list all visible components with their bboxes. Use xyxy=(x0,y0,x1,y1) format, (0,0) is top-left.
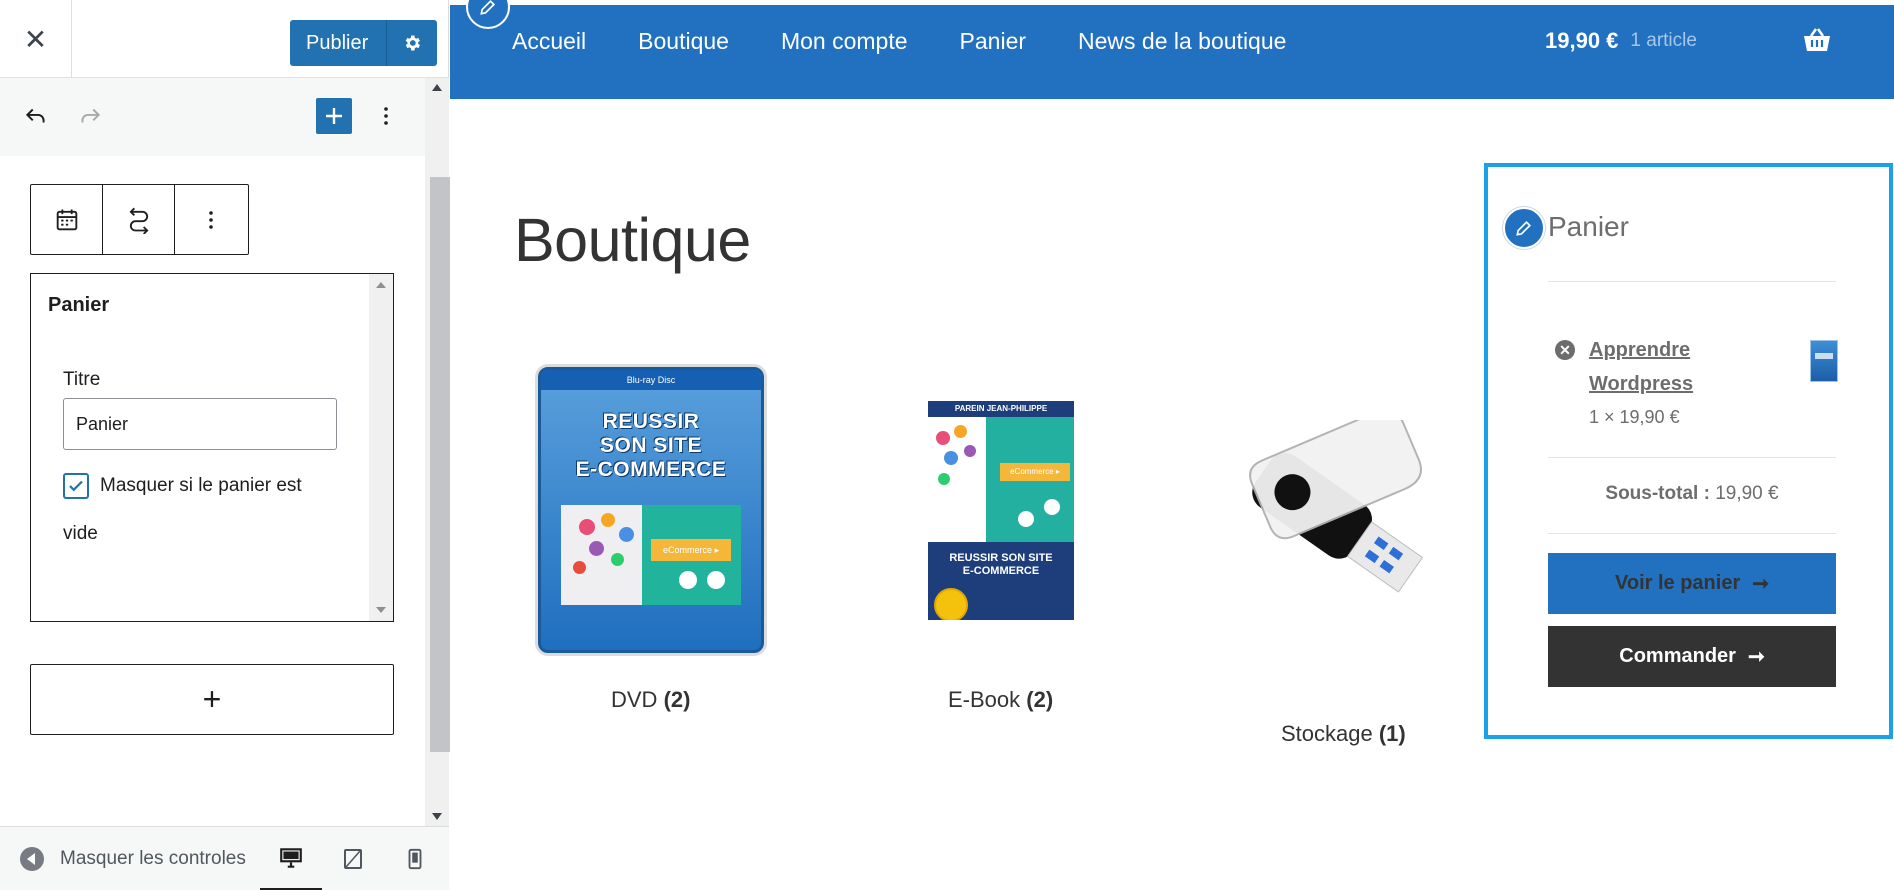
customizer-footer: Masquer les controles xyxy=(0,826,449,890)
vertical-ellipsis-icon xyxy=(384,107,388,125)
product-image-stockage[interactable] xyxy=(1228,409,1440,620)
title-field[interactable] xyxy=(63,398,337,450)
hide-if-empty-label: Masquer si le panier est vide xyxy=(63,475,302,544)
nav-item-mon-compte[interactable]: Mon compte xyxy=(781,28,908,55)
widget-panel-scrollbar[interactable] xyxy=(369,274,393,621)
cart-item-quantity: 1 × 19,90 € xyxy=(1589,407,1680,427)
close-icon: ✕ xyxy=(23,23,48,55)
plus-icon: + xyxy=(202,681,222,717)
redo-icon xyxy=(81,108,101,123)
hide-if-empty-checkbox[interactable] xyxy=(63,473,89,499)
site-header: Accueil Boutique Mon compte Panier News … xyxy=(450,0,1894,99)
widget-editor-toolbar xyxy=(0,78,425,156)
edit-shortcut-button[interactable] xyxy=(466,0,510,29)
title-field-label: Titre xyxy=(63,369,101,390)
cart-count: 1 article xyxy=(1630,30,1697,51)
product-caption-stockage[interactable]: Stockage (1) xyxy=(1281,721,1406,747)
nav-item-panier[interactable]: Panier xyxy=(960,28,1026,55)
remove-item-icon[interactable]: ✕ xyxy=(1555,340,1575,360)
cart-amount: 19,90 € xyxy=(1545,28,1619,53)
block-type-button[interactable] xyxy=(31,185,103,254)
undo-icon xyxy=(25,108,45,123)
customizer-topbar: ✕ Publier xyxy=(0,0,449,78)
divider xyxy=(1548,457,1836,458)
ebook-author: PAREIN JEAN-PHILIPPE xyxy=(928,401,1074,417)
cart-item-link[interactable]: Apprendre Wordpress xyxy=(1589,333,1719,401)
undo-button[interactable] xyxy=(18,98,54,134)
desktop-icon xyxy=(280,847,302,868)
transform-button[interactable] xyxy=(103,185,175,254)
hide-controls-label: Masquer les controles xyxy=(60,848,246,869)
cart-widget: Panier ✕ Apprendre Wordpress 1 × 19,90 €… xyxy=(1484,163,1893,739)
arrow-right-icon: ➞ xyxy=(1752,573,1769,595)
ebook-badge xyxy=(934,588,968,620)
cart-item-thumbnail[interactable] xyxy=(1810,340,1838,382)
plus-icon xyxy=(326,108,342,124)
transform-icon xyxy=(129,207,148,234)
gear-icon xyxy=(405,35,421,51)
sidebar-scrollbar[interactable] xyxy=(425,78,450,826)
add-block-button[interactable] xyxy=(316,98,352,134)
options-button[interactable] xyxy=(368,98,404,134)
product-image-ebook[interactable]: PAREIN JEAN-PHILIPPE eCommerce ▸ REUSSIR… xyxy=(928,401,1074,620)
redo-button[interactable] xyxy=(72,98,108,134)
scroll-up-arrow-icon[interactable] xyxy=(432,84,442,91)
dvd-cover: Blu-ray Disc REUSSIR SON SITE E-COMMERCE… xyxy=(538,367,764,653)
checkout-button[interactable]: Commander ➞ xyxy=(1548,626,1836,687)
nav-item-boutique[interactable]: Boutique xyxy=(638,28,729,55)
widget-heading: Panier xyxy=(1548,211,1629,242)
collapse-left-icon xyxy=(20,847,44,871)
view-cart-button[interactable]: Voir le panier ➞ xyxy=(1548,553,1836,614)
dvd-cover-title: REUSSIR SON SITE E-COMMERCE xyxy=(575,410,727,481)
primary-navigation: Accueil Boutique Mon compte Panier News … xyxy=(512,5,1338,77)
scroll-up-arrow-icon[interactable] xyxy=(376,282,386,288)
device-tablet-button[interactable] xyxy=(322,827,384,890)
block-toolbar xyxy=(30,184,249,255)
bluray-logo: Blu-ray Disc xyxy=(541,370,761,390)
arrow-right-icon: ➞ xyxy=(1747,646,1765,668)
checkmark-icon xyxy=(69,480,83,492)
close-button[interactable]: ✕ xyxy=(0,0,72,78)
hide-controls-button[interactable]: Masquer les controles xyxy=(20,827,246,890)
nav-item-accueil[interactable]: Accueil xyxy=(512,28,586,55)
calendar-icon xyxy=(56,209,77,230)
ebook-cover: PAREIN JEAN-PHILIPPE eCommerce ▸ REUSSIR… xyxy=(928,401,1074,620)
product-caption-dvd[interactable]: DVD (2) xyxy=(611,687,690,713)
publish-button[interactable]: Publier xyxy=(290,20,388,66)
device-mobile-button[interactable] xyxy=(384,827,446,890)
usb-drive-image xyxy=(1249,409,1424,593)
widget-edit-shortcut[interactable] xyxy=(1503,207,1545,249)
vertical-ellipsis-icon xyxy=(209,210,213,229)
widget-settings-title: Panier xyxy=(48,294,110,316)
device-desktop-button[interactable] xyxy=(260,827,322,890)
product-image-dvd[interactable]: Blu-ray Disc REUSSIR SON SITE E-COMMERCE… xyxy=(538,367,764,653)
publish-settings-button[interactable] xyxy=(387,20,437,66)
nav-item-news[interactable]: News de la boutique xyxy=(1078,28,1286,55)
cart-widget-settings: Panier Titre Masquer si le panier est vi… xyxy=(30,273,394,622)
scrollbar-thumb[interactable] xyxy=(430,177,450,752)
scroll-down-arrow-icon[interactable] xyxy=(376,607,386,613)
tablet-icon xyxy=(344,849,362,869)
block-options-button[interactable] xyxy=(175,185,247,254)
ebook-cover-title: REUSSIR SON SITE E-COMMERCE xyxy=(949,552,1053,577)
customizer-sidebar: ✕ Publier Panier Titre Panier Masquer si… xyxy=(0,0,450,890)
basket-icon xyxy=(1804,28,1830,51)
sidebar-scroll-area: Panier Titre Masquer si le panier est vi… xyxy=(0,78,450,826)
pencil-icon xyxy=(1516,220,1532,236)
scroll-down-arrow-icon[interactable] xyxy=(432,813,442,820)
page-title: Boutique xyxy=(514,206,751,274)
publish-group: Publier xyxy=(290,20,438,66)
divider xyxy=(1548,281,1836,282)
ecommerce-illustration: eCommerce ▸ xyxy=(561,505,741,605)
cart-basket-button[interactable] xyxy=(1802,27,1832,58)
site-preview: Accueil Boutique Mon compte Panier News … xyxy=(450,0,1894,890)
mobile-icon xyxy=(408,848,422,870)
pencil-icon xyxy=(480,0,496,15)
product-caption-ebook[interactable]: E-Book (2) xyxy=(948,687,1053,713)
cart-subtotal: Sous-total : 19,90 € xyxy=(1605,483,1779,504)
header-cart-summary[interactable]: 19,90 € 1 article xyxy=(1545,5,1697,77)
add-widget-button[interactable]: + xyxy=(30,664,394,735)
divider xyxy=(1548,533,1836,534)
